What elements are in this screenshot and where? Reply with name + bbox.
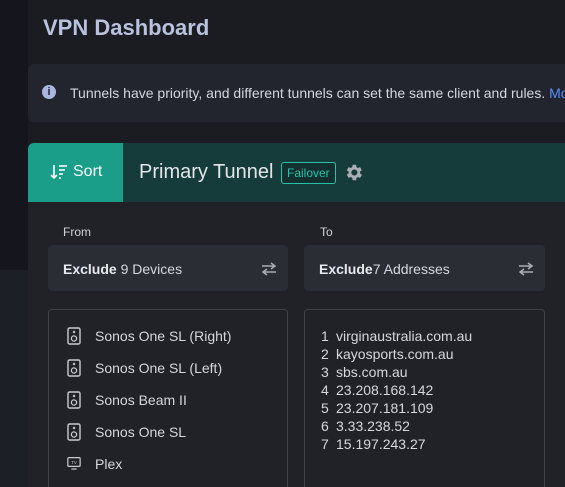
address-number: 4 xyxy=(321,382,329,398)
device-label: Plex xyxy=(95,456,123,472)
speaker-icon xyxy=(67,359,81,377)
address-value: kayosports.com.au xyxy=(336,346,454,362)
svg-text:TV: TV xyxy=(71,460,77,465)
sort-button[interactable]: Sort xyxy=(28,143,123,202)
info-banner: i Tunnels have priority, and different t… xyxy=(28,64,565,122)
speaker-icon xyxy=(67,391,81,409)
info-text: Tunnels have priority, and different tun… xyxy=(70,85,565,101)
to-label: To xyxy=(320,225,333,239)
from-summary: 9 Devices xyxy=(120,261,183,277)
address-item: 6 3.33.238.52 xyxy=(321,418,410,434)
info-more-link[interactable]: Mo xyxy=(549,85,565,101)
tv-icon: TV xyxy=(67,455,81,473)
speaker-icon xyxy=(67,327,81,345)
gear-icon[interactable] xyxy=(343,162,364,183)
sort-label: Sort xyxy=(73,163,103,180)
page-title: VPN Dashboard xyxy=(43,15,210,40)
address-number: 2 xyxy=(321,346,329,362)
address-item: 1 virginaustralia.com.au xyxy=(321,328,472,344)
address-value: virginaustralia.com.au xyxy=(336,328,473,344)
address-item: 3 sbs.com.au xyxy=(321,364,408,380)
address-item: 7 15.197.243.27 xyxy=(321,436,426,452)
address-value: 15.197.243.27 xyxy=(336,436,426,452)
to-selector-text: Exclude7 Addresses xyxy=(319,261,450,277)
info-icon: i xyxy=(42,85,56,99)
to-summary: 7 Addresses xyxy=(372,261,450,277)
tunnel-card: Sort Primary Tunnel Failover From Exclud… xyxy=(28,143,565,487)
address-item: 4 23.208.168.142 xyxy=(321,382,433,398)
device-list: Sonos One SL (Right) Sonos One SL (Left) S… xyxy=(48,309,288,487)
address-value: 3.33.238.52 xyxy=(336,418,410,434)
address-number: 3 xyxy=(321,364,329,380)
tunnel-card-header: Sort Primary Tunnel Failover xyxy=(28,143,565,202)
device-label: Sonos One SL xyxy=(95,424,187,440)
swap-icon xyxy=(261,262,277,276)
sidebar-strip xyxy=(0,0,28,487)
address-item: 2 kayosports.com.au xyxy=(321,346,454,362)
device-label: Sonos Beam II xyxy=(95,392,187,408)
address-number: 5 xyxy=(321,400,329,416)
device-label: Sonos One SL (Right) xyxy=(95,328,232,344)
tunnel-name: Primary Tunnel xyxy=(139,161,274,183)
from-label: From xyxy=(63,225,91,239)
address-number: 7 xyxy=(321,436,329,452)
address-value: 23.208.168.142 xyxy=(336,382,434,398)
address-item: 5 23.207.181.109 xyxy=(321,400,433,416)
address-number: 1 xyxy=(321,328,329,344)
from-selector-text: Exclude 9 Devices xyxy=(63,261,182,277)
speaker-icon xyxy=(67,423,81,441)
address-value: 23.207.181.109 xyxy=(336,400,434,416)
sidebar-lower-panel xyxy=(0,270,28,487)
failover-badge: Failover xyxy=(281,162,336,184)
address-list: 1 virginaustralia.com.au 2 kayosports.com.a… xyxy=(304,309,545,487)
from-selector[interactable]: Exclude 9 Devices xyxy=(48,245,288,291)
info-message: Tunnels have priority, and different tun… xyxy=(70,85,546,101)
from-mode: Exclude xyxy=(63,261,117,277)
to-selector[interactable]: Exclude7 Addresses xyxy=(304,245,545,291)
address-number: 6 xyxy=(321,418,329,434)
swap-icon xyxy=(518,262,534,276)
to-mode: Exclude xyxy=(319,261,373,277)
address-value: sbs.com.au xyxy=(336,364,408,380)
sort-icon xyxy=(50,165,67,180)
device-label: Sonos One SL (Left) xyxy=(95,360,223,376)
